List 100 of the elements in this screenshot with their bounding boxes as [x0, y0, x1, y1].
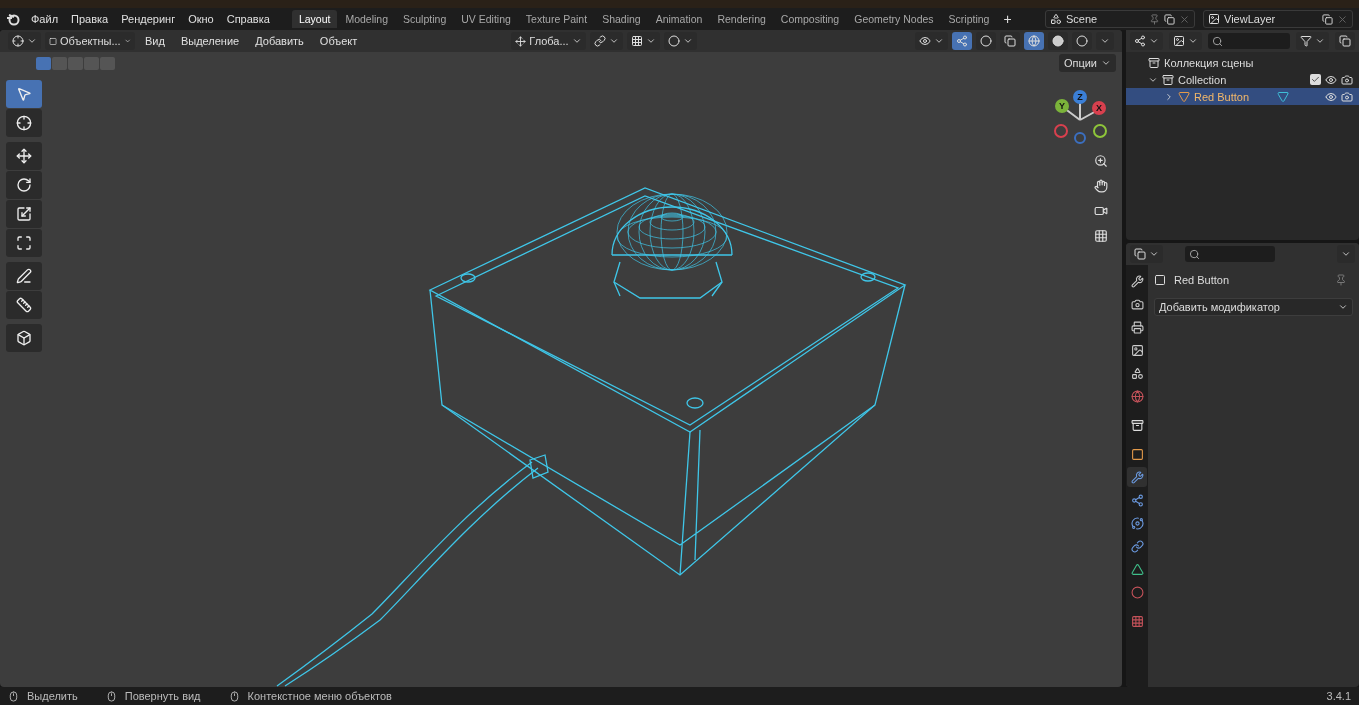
new-collection-button[interactable]: [1335, 32, 1355, 50]
menu-item[interactable]: Правка: [65, 11, 115, 27]
orientation-dropdown[interactable]: Глоба...: [511, 32, 586, 50]
axis-gizmo[interactable]: Z Y X: [1052, 88, 1108, 144]
orbit-icon: [1130, 516, 1144, 530]
outliner-item[interactable]: Collection: [1178, 73, 1306, 86]
tool-button[interactable]: [6, 324, 42, 352]
menu-item[interactable]: Добавить: [249, 33, 310, 49]
pivot-button[interactable]: [589, 32, 623, 50]
add-modifier-dropdown[interactable]: Добавить модификатор: [1154, 298, 1353, 316]
checker-icon: [1130, 614, 1144, 628]
chevron-down-icon: [1149, 36, 1159, 46]
tool-button[interactable]: [6, 262, 42, 290]
search-field[interactable]: [1208, 33, 1290, 49]
sphere-icon: [1052, 35, 1064, 47]
link-icon: [593, 35, 606, 47]
box-icon: [1130, 418, 1144, 432]
visibility-button[interactable]: [915, 32, 948, 50]
globe-icon: [1130, 389, 1144, 403]
blender-logo-icon[interactable]: [6, 12, 20, 26]
view-layer-field[interactable]: ViewLayer: [1203, 10, 1353, 28]
xray-button[interactable]: [1000, 32, 1020, 50]
wireframe-shading-button[interactable]: [1024, 32, 1044, 50]
filter-icon: [1300, 35, 1312, 47]
workspace-tab[interactable]: Geometry Nodes: [847, 10, 941, 28]
menu-item[interactable]: Справка: [220, 11, 276, 27]
chevron-down-icon: [1341, 249, 1351, 259]
workspace-tab[interactable]: Texture Paint: [518, 10, 595, 28]
camera-icon: [1094, 204, 1108, 218]
checkbox[interactable]: [1310, 74, 1321, 85]
rotate-icon: [16, 177, 32, 193]
workspace-tab[interactable]: Animation: [648, 10, 710, 28]
outliner-item[interactable]: Red Button: [1194, 90, 1250, 103]
tool-button[interactable]: [6, 291, 42, 319]
filter-button[interactable]: [1296, 32, 1329, 50]
proportional-button[interactable]: [663, 32, 697, 50]
options-dropdown[interactable]: Опции: [1058, 54, 1116, 72]
wrench-icon: [1130, 470, 1144, 484]
globe-icon: [1028, 35, 1040, 47]
grid-icon: [630, 35, 643, 47]
tool-button[interactable]: [6, 171, 42, 199]
workspace-tab[interactable]: Scripting: [941, 10, 997, 28]
workspace-tab[interactable]: Rendering: [710, 10, 773, 28]
snap-button[interactable]: [626, 32, 660, 50]
view-layer-button[interactable]: [1169, 32, 1202, 50]
material-shading-button[interactable]: [1072, 32, 1092, 50]
close-icon: [1337, 13, 1348, 25]
editor-type-button[interactable]: [1130, 245, 1163, 263]
copy-icon: [1339, 35, 1351, 47]
display-mode-button[interactable]: [1130, 32, 1163, 50]
workspace-tab[interactable]: Compositing: [773, 10, 847, 28]
circle-icon: [980, 35, 992, 47]
scene-field[interactable]: Scene: [1045, 10, 1195, 28]
tool-button[interactable]: [6, 109, 42, 137]
menu-item[interactable]: Файл: [25, 11, 65, 27]
workspace-tab[interactable]: UV Editing: [454, 10, 518, 28]
workspace-tab[interactable]: Modeling: [338, 10, 396, 28]
chevron-down-icon: [1149, 249, 1159, 259]
image-icon: [1208, 13, 1220, 25]
menu-item[interactable]: Рендеринг: [115, 11, 182, 27]
add-workspace-button[interactable]: +: [997, 9, 1018, 29]
chevron-down-icon: [682, 36, 693, 46]
tool-button[interactable]: [6, 229, 42, 257]
tool-button[interactable]: [6, 200, 42, 228]
camera-icon[interactable]: [1341, 90, 1353, 103]
menu-item[interactable]: Вид: [139, 33, 171, 49]
version-label: 3.4.1: [1326, 690, 1351, 702]
eye-icon: [919, 35, 931, 47]
mode-dropdown[interactable]: Объектны...: [45, 32, 135, 50]
editor-type-button[interactable]: [8, 32, 41, 50]
tool-icon: [1130, 274, 1144, 288]
search-icon: [1212, 35, 1223, 47]
menu-item[interactable]: Окно: [182, 11, 220, 27]
camera-icon[interactable]: [1341, 73, 1353, 86]
workspace-tab[interactable]: Shading: [595, 10, 648, 28]
status-hint: Контекстное меню объектов: [228, 690, 392, 702]
scale-icon: [16, 206, 32, 222]
search-field[interactable]: [1185, 246, 1275, 262]
eye-icon[interactable]: [1325, 73, 1337, 86]
menu-item[interactable]: Выделение: [174, 33, 246, 49]
solid-shading-button[interactable]: [1048, 32, 1068, 50]
gizmo-toggle-button[interactable]: [952, 32, 972, 50]
squares-icon: [1004, 35, 1016, 47]
pin-icon: [1149, 13, 1160, 25]
eye-icon[interactable]: [1325, 90, 1337, 103]
menu-item[interactable]: Объект: [313, 33, 364, 49]
overlay-button[interactable]: [976, 32, 996, 50]
workspace-tab[interactable]: Sculpting: [396, 10, 454, 28]
pointer-icon: [16, 86, 32, 102]
pin-icon[interactable]: [1335, 273, 1347, 286]
outliner-row[interactable]: Red Button: [1126, 88, 1359, 105]
circle-icon: [1076, 35, 1088, 47]
workspace-tab[interactable]: Layout: [291, 10, 338, 28]
copy-icon: [1164, 13, 1175, 25]
tool-button[interactable]: [6, 142, 42, 170]
search-icon: [1189, 248, 1200, 260]
link-icon: [1130, 539, 1144, 553]
cube-icon: [16, 330, 32, 346]
shapes-icon: [1130, 366, 1144, 380]
chevron-down-icon: [1100, 36, 1110, 46]
